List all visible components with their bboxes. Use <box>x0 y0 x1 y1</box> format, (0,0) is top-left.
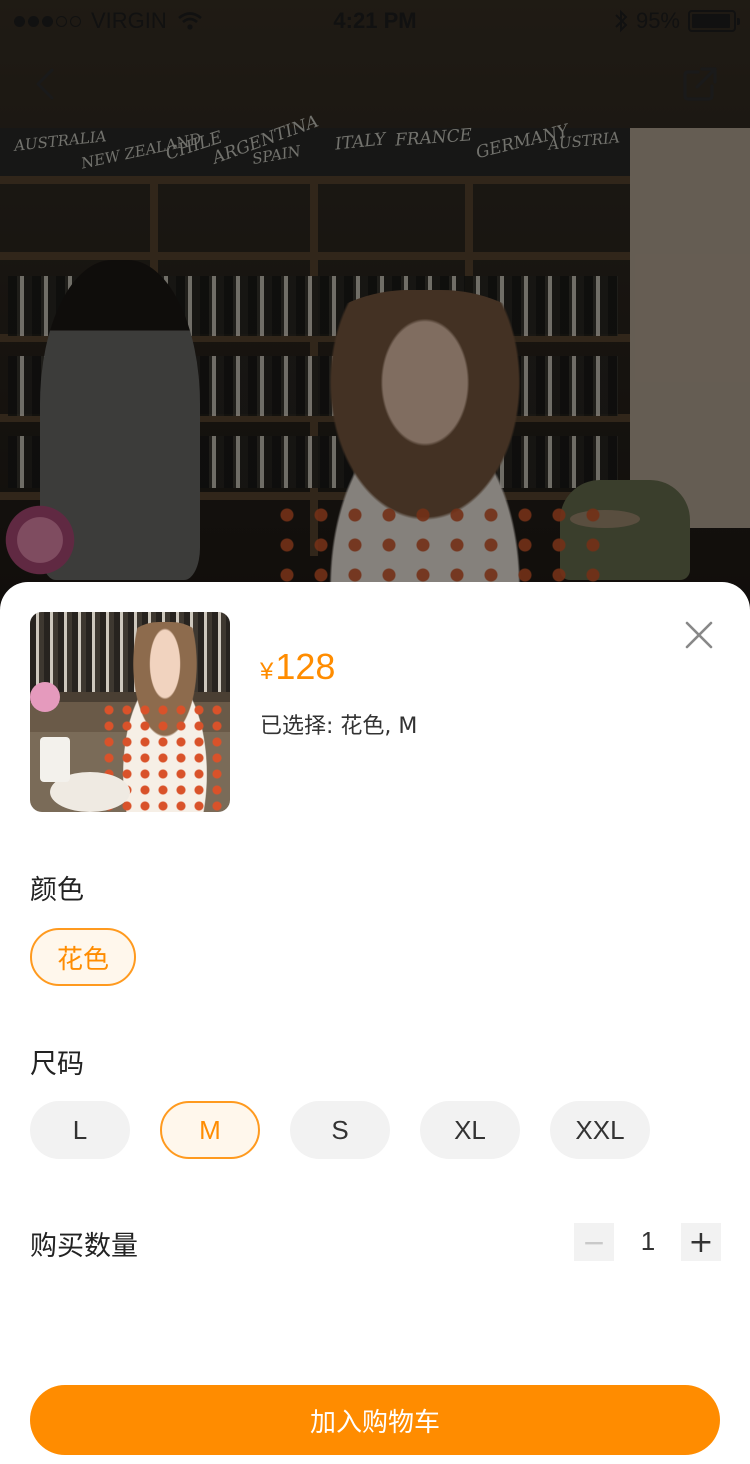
battery-icon <box>688 10 740 32</box>
top-nav <box>0 40 750 128</box>
color-option-huase[interactable]: 花色 <box>30 928 136 986</box>
sku-selector-sheet: ¥128 已选择: 花色, M 颜色 花色 尺码 L M S XL XXL 购买… <box>0 582 750 1464</box>
quantity-value: 1 <box>640 1226 656 1256</box>
close-icon[interactable] <box>682 618 716 652</box>
battery-percent: 95% <box>635 8 680 33</box>
quantity-section-title: 购买数量 <box>30 1231 138 1262</box>
currency-symbol: ¥ <box>260 658 274 685</box>
battery-level-fill <box>692 14 730 28</box>
size-option-s[interactable]: S <box>290 1101 390 1159</box>
size-option-xl[interactable]: XL <box>420 1101 520 1159</box>
quantity-increase-button[interactable]: + <box>681 1223 721 1261</box>
product-thumbnail <box>30 612 230 812</box>
size-section-title: 尺码 <box>30 1049 84 1080</box>
quantity-decrease-button[interactable]: − <box>574 1223 614 1261</box>
price-value: 128 <box>275 646 336 687</box>
status-bar: VIRGIN 4:21 PM 95% <box>0 0 750 40</box>
share-external-icon[interactable] <box>680 64 720 104</box>
size-option-xxl[interactable]: XXL <box>550 1101 650 1159</box>
plus-icon: + <box>688 1224 714 1260</box>
add-to-cart-button[interactable]: 加入购物车 <box>30 1385 720 1455</box>
minus-icon: − <box>582 1225 606 1259</box>
product-price: ¥128 <box>260 646 335 688</box>
size-option-l[interactable]: L <box>30 1101 130 1159</box>
bluetooth-icon <box>615 9 628 33</box>
selected-summary: 已选择: 花色, M <box>260 714 418 739</box>
size-option-m[interactable]: M <box>160 1101 260 1159</box>
color-section-title: 颜色 <box>30 875 84 906</box>
chevron-left-icon[interactable] <box>26 62 70 106</box>
